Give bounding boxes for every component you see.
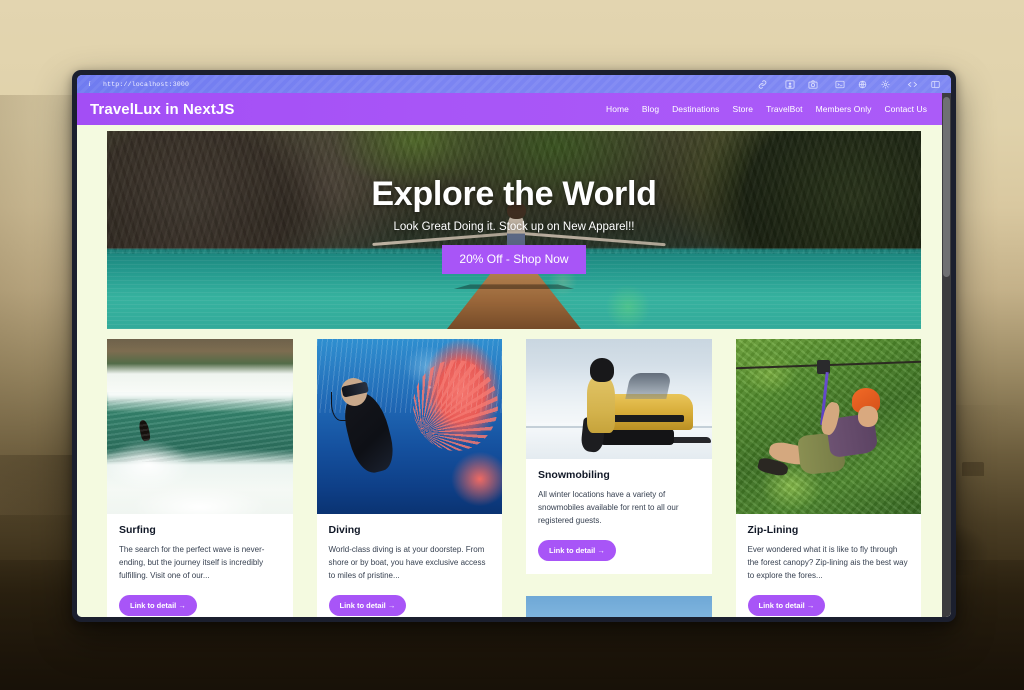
card-partial-sky[interactable] xyxy=(526,595,712,617)
browser-window: i http://localhost:3000 TravelLux in Nex… xyxy=(72,70,956,622)
main-navigation: Home Blog Destinations Store TravelBot M… xyxy=(606,104,933,114)
zip-lining-detail-link[interactable]: Link to detail → xyxy=(747,594,826,616)
url-text[interactable]: http://localhost:3000 xyxy=(103,81,189,88)
surfing-wave-lip xyxy=(107,391,293,411)
desktop-background: i http://localhost:3000 TravelLux in Nex… xyxy=(0,0,1024,690)
hero-cta-button[interactable]: 20% Off - Shop Now xyxy=(442,245,586,274)
cards-grid: Surfing The search for the perfect wave … xyxy=(107,329,921,617)
site-header: TravelLux in NextJS Home Blog Destinatio… xyxy=(77,93,951,125)
card-surfing[interactable]: Surfing The search for the perfect wave … xyxy=(107,339,293,617)
snowmobile-ski xyxy=(670,437,712,444)
wallpaper-ruin-tower xyxy=(962,462,984,476)
surfing-title: Surfing xyxy=(119,524,156,536)
page-viewport: TravelLux in NextJS Home Blog Destinatio… xyxy=(77,93,951,617)
hero-text-block: Explore the World Look Great Doing it. S… xyxy=(107,131,921,329)
hero-subtitle: Look Great Doing it. Stock up on New App… xyxy=(393,221,635,233)
camera-icon[interactable] xyxy=(804,77,821,91)
surfing-description: The search for the perfect wave is never… xyxy=(119,545,265,581)
snowmobiling-image xyxy=(526,339,712,459)
surfing-card-body: Surfing The search for the perfect wave … xyxy=(107,514,293,617)
snowmobiling-card-body: Snowmobiling All winter locations have a… xyxy=(526,459,712,574)
gear-icon[interactable] xyxy=(877,77,894,91)
terminal-icon[interactable] xyxy=(831,77,848,91)
diving-title: Diving xyxy=(328,524,361,536)
nav-item-contact-us[interactable]: Contact Us xyxy=(884,104,927,114)
diving-detail-link[interactable]: Link to detail → xyxy=(328,594,407,616)
nav-item-travelbot[interactable]: TravelBot xyxy=(766,104,803,114)
toolbar-icon-group xyxy=(754,77,944,91)
diving-description: World-class diving is at your doorstep. … xyxy=(328,545,486,581)
nav-item-members-only[interactable]: Members Only xyxy=(816,104,872,114)
snowmobile-rider-body xyxy=(587,377,616,433)
card-diving[interactable]: Diving World-class diving is at your doo… xyxy=(316,339,503,617)
surfing-detail-link[interactable]: Link to detail → xyxy=(119,594,197,616)
nav-item-blog[interactable]: Blog xyxy=(642,104,659,114)
hero-title: Explore the World xyxy=(371,175,657,213)
snowmobile-stripe xyxy=(613,414,684,422)
page-content: Explore the World Look Great Doing it. S… xyxy=(77,125,951,617)
nav-item-destinations[interactable]: Destinations xyxy=(672,104,719,114)
nav-item-store[interactable]: Store xyxy=(732,104,753,114)
zip-lining-title: Zip-Lining xyxy=(747,524,799,536)
diving-card-body: Diving World-class diving is at your doo… xyxy=(317,514,503,617)
zip-rider-face xyxy=(857,405,879,427)
page-scrollbar-track[interactable] xyxy=(942,93,951,617)
snowmobiling-description: All winter locations have a variety of s… xyxy=(538,490,679,526)
card-snowmobiling[interactable]: Snowmobiling All winter locations have a… xyxy=(526,339,712,574)
snowmobile-windshield xyxy=(625,372,672,399)
save-image-icon[interactable] xyxy=(781,77,798,91)
snowmobile-body xyxy=(607,394,693,431)
panel-icon[interactable] xyxy=(927,77,944,91)
snowmobile-rider-helmet-icon xyxy=(589,358,615,383)
code-icon[interactable] xyxy=(904,77,921,91)
nav-item-home[interactable]: Home xyxy=(606,104,629,114)
surfing-image xyxy=(107,339,293,514)
hero-banner: Explore the World Look Great Doing it. S… xyxy=(107,131,921,329)
browser-toolbar: i http://localhost:3000 xyxy=(77,75,951,93)
snowmobiling-detail-link[interactable]: Link to detail → xyxy=(538,539,616,561)
browser-viewport-frame: i http://localhost:3000 TravelLux in Nex… xyxy=(77,75,951,617)
zip-lining-image xyxy=(735,339,921,514)
site-logo[interactable]: TravelLux in NextJS xyxy=(90,101,234,118)
zip-lining-card-body: Zip-Lining Ever wondered what it is like… xyxy=(736,514,922,617)
card-zip-lining[interactable]: Zip-Lining Ever wondered what it is like… xyxy=(735,339,922,617)
page-scrollbar-thumb[interactable] xyxy=(943,97,950,277)
partial-card-image xyxy=(526,595,712,617)
zip-lining-description: Ever wondered what it is like to fly thr… xyxy=(747,545,908,581)
snowmobiling-title: Snowmobiling xyxy=(538,469,610,481)
column-snowmobiling: Snowmobiling All winter locations have a… xyxy=(526,339,712,617)
globe-icon[interactable] xyxy=(854,77,871,91)
diving-coral-fan xyxy=(412,360,499,451)
diving-image xyxy=(316,339,502,514)
info-icon: i xyxy=(88,80,91,88)
link-icon[interactable] xyxy=(754,77,771,91)
